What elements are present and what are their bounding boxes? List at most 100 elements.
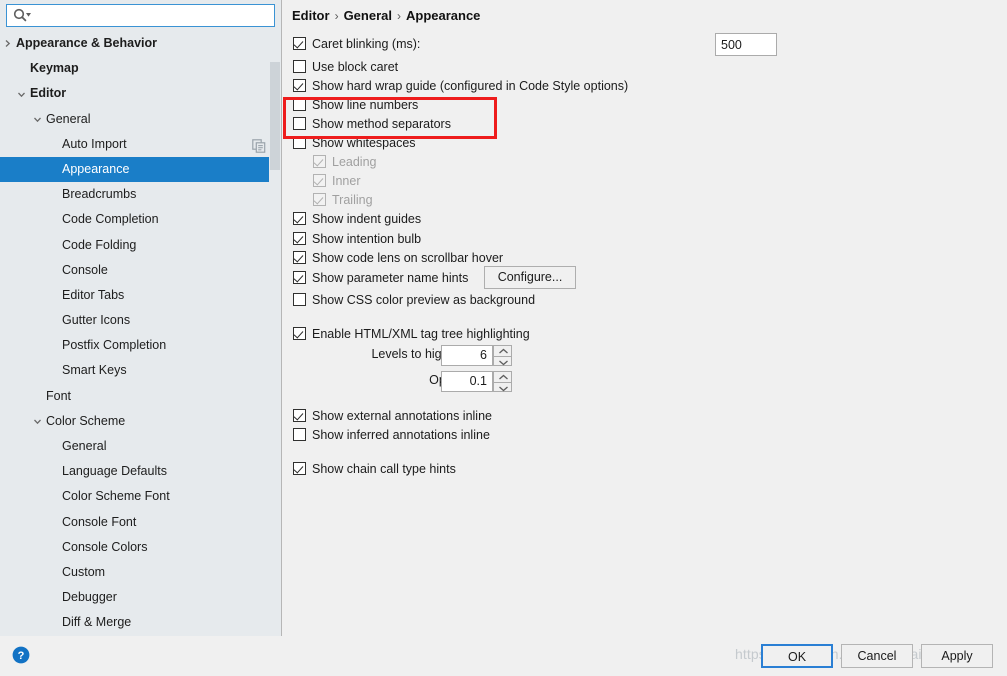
breadcrumb-general[interactable]: General (344, 8, 392, 23)
sidebar-item-appearance[interactable]: Appearance (0, 156, 281, 183)
checkbox-show-parameter-name-hints[interactable] (293, 271, 306, 284)
help-icon[interactable]: ? (12, 646, 30, 664)
option-whitespace-trailing[interactable]: Trailing (313, 191, 373, 210)
caret-blinking-input[interactable] (715, 33, 777, 56)
sidebar-item-debugger[interactable]: Debugger (0, 585, 281, 610)
checkbox-show-hard-wrap-guide[interactable] (293, 79, 306, 92)
label-show-method-separators: Show method separators (312, 117, 451, 131)
sidebar-item-general[interactable]: General (0, 107, 281, 132)
opacity-spinner[interactable]: 0.1 (441, 371, 512, 392)
checkbox-show-css-color-preview[interactable] (293, 293, 306, 306)
option-show-external-annotations[interactable]: Show external annotations inline (293, 407, 492, 426)
sidebar-item-language-defaults[interactable]: Language Defaults (0, 459, 281, 484)
sidebar-item-keymap[interactable]: Keymap (0, 56, 281, 81)
copy-icon[interactable] (252, 137, 266, 153)
search-input[interactable] (35, 6, 271, 25)
checkbox-caret-blinking[interactable] (293, 37, 306, 50)
sidebar-item-label: Breadcrumbs (62, 187, 137, 202)
levels-to-highlight-spinner[interactable]: 6 (441, 345, 512, 366)
search-field-wrapper[interactable] (6, 4, 275, 27)
ok-button[interactable]: OK (761, 644, 833, 668)
sidebar-item-label: Code Completion (62, 212, 159, 227)
option-show-whitespaces[interactable]: Show whitespaces (293, 134, 416, 153)
option-show-intention-bulb[interactable]: Show intention bulb (293, 230, 421, 249)
svg-text:?: ? (18, 650, 25, 662)
sidebar-item-gutter-icons[interactable]: Gutter Icons (0, 308, 281, 333)
checkbox-show-intention-bulb[interactable] (293, 232, 306, 245)
opacity-value[interactable]: 0.1 (441, 371, 493, 392)
option-use-block-caret[interactable]: Use block caret (293, 58, 398, 77)
option-show-code-lens[interactable]: Show code lens on scrollbar hover (293, 249, 503, 268)
sidebar-item-editor-tabs[interactable]: Editor Tabs (0, 283, 281, 308)
sidebar-item-font[interactable]: Font (0, 384, 281, 409)
sidebar-item-diff-merge[interactable]: Diff & Merge (0, 610, 281, 635)
levels-spinner-buttons[interactable] (493, 345, 512, 366)
levels-to-highlight-value[interactable]: 6 (441, 345, 493, 366)
option-show-chain-call-type-hints[interactable]: Show chain call type hints (293, 460, 456, 479)
checkbox-show-whitespaces[interactable] (293, 136, 306, 149)
checkbox-show-line-numbers[interactable] (293, 98, 306, 111)
option-show-inferred-annotations[interactable]: Show inferred annotations inline (293, 426, 490, 445)
checkbox-use-block-caret[interactable] (293, 60, 306, 73)
option-enable-tag-tree-highlighting[interactable]: Enable HTML/XML tag tree highlighting (293, 325, 530, 344)
sidebar-scrollbar-track[interactable] (269, 31, 281, 636)
settings-tree[interactable]: Appearance & Behavior Keymap Editor General… (0, 31, 281, 636)
label-show-indent-guides: Show indent guides (312, 212, 422, 226)
sidebar-item-label: Color Scheme (46, 413, 126, 428)
chevron-down-icon[interactable] (14, 81, 28, 106)
sidebar-item-appearance-behavior[interactable]: Appearance & Behavior (0, 31, 281, 56)
sidebar-item-auto-import[interactable]: Auto Import (0, 132, 281, 157)
checkbox-show-code-lens[interactable] (293, 251, 306, 264)
checkbox-show-chain-call-type-hints[interactable] (293, 462, 306, 475)
option-show-hard-wrap-guide[interactable]: Show hard wrap guide (configured in Code… (293, 77, 628, 96)
sidebar-item-color-scheme[interactable]: Color Scheme (0, 409, 281, 434)
sidebar-item-general[interactable]: General (0, 434, 281, 459)
sidebar-item-console-colors[interactable]: Console Colors (0, 535, 281, 560)
option-show-indent-guides[interactable]: Show indent guides (293, 210, 421, 229)
apply-button-label: Apply (941, 649, 973, 663)
checkbox-show-inferred-annotations[interactable] (293, 428, 306, 441)
sidebar-item-breadcrumbs[interactable]: Breadcrumbs (0, 182, 281, 207)
sidebar-item-label: Appearance & Behavior (16, 36, 158, 50)
sidebar-item-console[interactable]: Console (0, 258, 281, 283)
checkbox-show-method-separators[interactable] (293, 117, 306, 130)
opacity-spinner-buttons[interactable] (493, 371, 512, 392)
option-show-css-color-preview[interactable]: Show CSS color preview as background (293, 291, 535, 310)
option-whitespace-inner[interactable]: Inner (313, 172, 361, 191)
sidebar-item-label: Custom (62, 564, 106, 579)
sidebar-item-code-folding[interactable]: Code Folding (0, 233, 281, 258)
opacity-spinner-down-button[interactable] (493, 381, 512, 392)
sidebar-item-color-scheme-font[interactable]: Color Scheme Font (0, 484, 281, 509)
sidebar-item-code-completion[interactable]: Code Completion (0, 207, 281, 232)
levels-spinner-down-button[interactable] (493, 355, 512, 366)
chevron-down-icon[interactable] (30, 409, 44, 434)
breadcrumb-editor[interactable]: Editor (292, 8, 330, 23)
sidebar-item-label: General (62, 439, 107, 453)
levels-spinner-up-button[interactable] (493, 345, 512, 356)
option-whitespace-leading[interactable]: Leading (313, 153, 377, 172)
cancel-button[interactable]: Cancel (841, 644, 913, 668)
option-show-method-separators[interactable]: Show method separators (293, 115, 451, 134)
sidebar-item-smart-keys[interactable]: Smart Keys (0, 358, 281, 383)
label-show-css-color-preview: Show CSS color preview as background (312, 293, 536, 307)
option-show-line-numbers[interactable]: Show line numbers (293, 96, 418, 115)
sidebar-item-label: Language Defaults (62, 464, 167, 479)
configure-button[interactable]: Configure... (484, 266, 576, 289)
option-caret-blinking[interactable]: Caret blinking (ms): (293, 35, 420, 54)
checkbox-show-indent-guides[interactable] (293, 212, 306, 225)
checkbox-show-external-annotations[interactable] (293, 409, 306, 422)
chevron-right-icon[interactable] (0, 31, 14, 56)
apply-button[interactable]: Apply (921, 644, 993, 668)
chevron-down-icon[interactable] (30, 107, 44, 132)
checkbox-enable-tag-tree-highlighting[interactable] (293, 327, 306, 340)
label-show-external-annotations: Show external annotations inline (312, 409, 492, 423)
opacity-spinner-up-button[interactable] (493, 371, 512, 382)
sidebar-item-editor[interactable]: Editor (0, 81, 281, 106)
sidebar-item-console-font[interactable]: Console Font (0, 510, 281, 535)
sidebar-item-label: Console Font (62, 514, 137, 529)
sidebar-item-label: Diff & Merge (62, 615, 132, 630)
sidebar-item-custom[interactable]: Custom (0, 560, 281, 585)
sidebar-scrollbar-thumb[interactable] (270, 62, 280, 170)
sidebar-item-postfix-completion[interactable]: Postfix Completion (0, 333, 281, 358)
option-show-parameter-name-hints[interactable]: Show parameter name hints (293, 269, 468, 288)
